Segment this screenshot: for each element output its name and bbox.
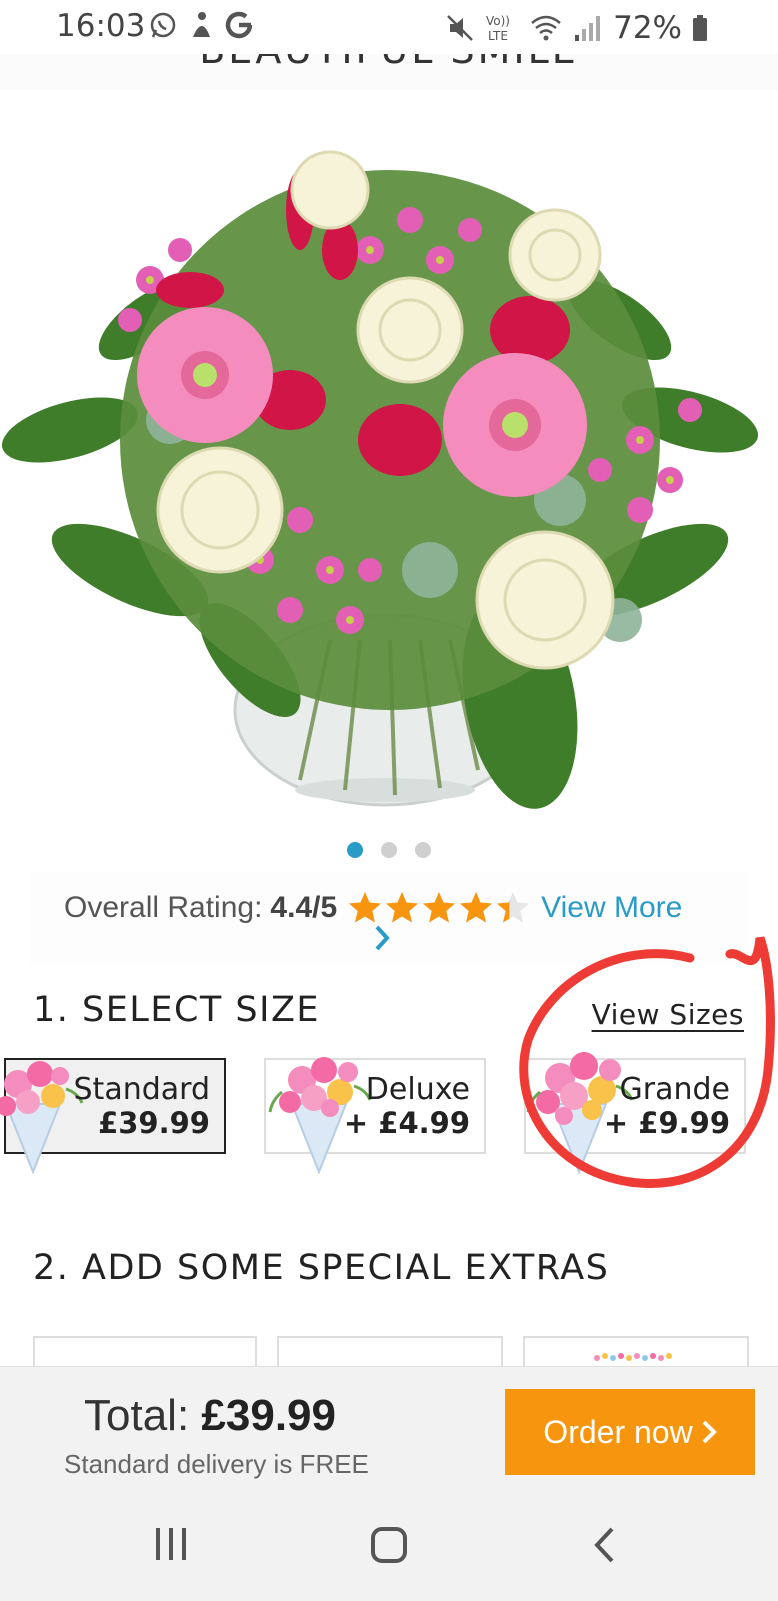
delivery-note: Standard delivery is FREE — [64, 1449, 369, 1479]
order-now-label: Order now — [543, 1413, 693, 1450]
wifi-icon — [531, 15, 561, 41]
mute-icon — [447, 15, 473, 41]
star-icon — [460, 892, 493, 923]
battery-icon — [693, 15, 707, 41]
view-more-link[interactable]: View More — [541, 891, 682, 925]
status-left-icons — [148, 10, 254, 40]
size-name: Grande — [619, 1072, 730, 1107]
chevron-right-icon — [702, 1420, 717, 1444]
size-price: + £4.99 — [343, 1106, 470, 1140]
system-nav-bar — [0, 1500, 778, 1600]
svg-text:LTE: LTE — [488, 29, 508, 43]
star-icon — [497, 892, 530, 923]
select-size-heading: 1. SELECT SIZE — [33, 990, 321, 1030]
star-icon — [386, 892, 419, 923]
total-label: Total: — [84, 1391, 190, 1440]
size-price: £39.99 — [98, 1106, 210, 1140]
svg-text:Vo)): Vo)) — [486, 14, 510, 28]
gallery-dot-3[interactable] — [415, 842, 431, 858]
gallery-dot-1[interactable] — [347, 842, 363, 858]
status-time: 16:03 — [56, 8, 146, 44]
google-icon — [225, 11, 253, 39]
size-option-deluxe[interactable]: Deluxe + £4.99 — [264, 1057, 486, 1174]
order-now-button[interactable]: Order now — [505, 1389, 755, 1475]
size-name: Standard — [73, 1072, 210, 1107]
volte-icon: Vo)) LTE — [486, 14, 510, 43]
app-icon — [193, 12, 210, 37]
rating-row: Overall Rating: 4.4/5 View More — [64, 890, 682, 926]
home-icon[interactable] — [370, 1526, 408, 1564]
chevron-right-icon[interactable] — [372, 924, 392, 952]
gallery-dot-2[interactable] — [381, 842, 397, 858]
gallery-pagination — [0, 842, 778, 858]
size-price: + £9.99 — [603, 1106, 730, 1140]
size-option-grande[interactable]: Grande + £9.99 — [524, 1052, 746, 1174]
total-price: Total: £39.99 — [84, 1391, 336, 1441]
back-icon[interactable] — [592, 1526, 618, 1564]
star-icon — [423, 892, 456, 923]
total-value: £39.99 — [201, 1391, 336, 1440]
status-bar: 16:03 Vo)) LTE 72% — [0, 0, 778, 54]
rating-stars — [347, 890, 531, 926]
rating-value: 4.4/5 — [270, 891, 338, 924]
battery-percent: 72% — [613, 10, 682, 46]
bouquet-icon — [0, 1061, 84, 1174]
rating-label: Overall Rating: — [64, 891, 263, 924]
signal-icon — [575, 16, 601, 41]
view-sizes-link[interactable]: View Sizes — [592, 998, 744, 1031]
product-image[interactable] — [0, 100, 778, 840]
size-name: Deluxe — [365, 1072, 470, 1107]
size-option-standard[interactable]: Standard £39.99 — [0, 1058, 226, 1174]
recents-icon[interactable] — [154, 1526, 188, 1562]
extras-heading: 2. ADD SOME SPECIAL EXTRAS — [33, 1248, 610, 1288]
star-icon — [349, 892, 382, 923]
rating-section: Overall Rating: 4.4/5 View More — [30, 872, 748, 964]
whatsapp-icon — [150, 12, 176, 38]
status-right-icons: Vo)) LTE 72% — [445, 10, 708, 46]
